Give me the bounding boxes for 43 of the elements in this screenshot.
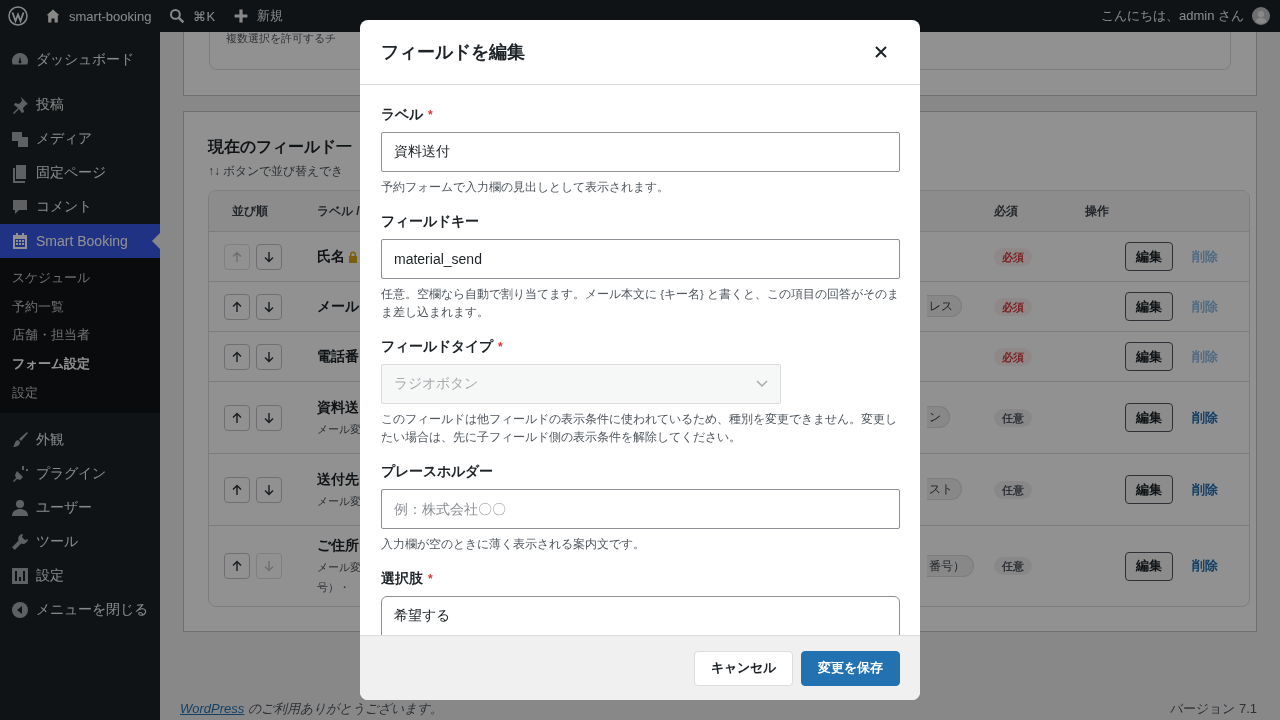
field-label: メール [317, 297, 359, 316]
card-subtitle: ↑↓ ボタンで並び替えでき [208, 163, 344, 180]
field-label: 資料送 [317, 398, 359, 417]
required-mark: * [498, 340, 503, 354]
type-badge: スト [927, 478, 962, 500]
required-badge: 必須 [994, 247, 1032, 266]
type-badge: ン [927, 406, 950, 428]
field-label: 送付先 [317, 470, 359, 489]
column-header: ラベル / [317, 203, 360, 218]
version-text: バージョン 7.1 [1170, 700, 1257, 718]
field-label: 電話番 [317, 347, 359, 366]
required-badge: 任意 [994, 480, 1032, 499]
field-label: 選択肢 [381, 570, 423, 588]
field-note: メール変 [317, 421, 361, 437]
field-label: ラベル [381, 106, 423, 124]
field-label: フィールドタイプ [381, 338, 493, 356]
field-label: ご住所 [317, 537, 359, 555]
field-label: フィールドキー [381, 213, 479, 231]
type-badge: 番号） [927, 554, 974, 577]
option-description: 複数選択を許可するチ [226, 32, 336, 44]
card-title: 現在のフィールド一 [208, 137, 352, 157]
required-badge: 任意 [994, 408, 1032, 427]
required-mark: * [428, 108, 433, 122]
help-text: このフィールドは他フィールドの表示条件に使われているため、種別を変更できません。変更したい場合は、先に子フィールド側の表示条件を解除してください。 [381, 412, 898, 445]
required-badge: 任意 [994, 557, 1032, 575]
field-label: プレースホルダー [381, 463, 493, 481]
help-text: 任意。空欄なら自動で割り当てます。メール本文に {キー名} と書くと、この項目の回答がそのまま差し込まれます。 [381, 287, 900, 320]
footer-thanks-text: WordPress のご利用ありがとうございます。 [180, 700, 443, 718]
required-mark: * [428, 572, 433, 586]
required-badge: 必須 [994, 297, 1032, 316]
modal-title: フィールドを編集 [381, 41, 525, 64]
field-label: 氏名 [317, 247, 345, 266]
field-note: メール変 [317, 560, 361, 575]
field-note: 号）・ [317, 580, 350, 595]
column-header: 操作 [1085, 203, 1109, 218]
help-text: 予約フォームで入力欄の見出しとして表示されます。 [381, 180, 670, 195]
greeting-text: こんにちは、admin さん [1100, 7, 1244, 25]
help-text: 入力欄が空のときに薄く表示される案内文です。 [381, 537, 646, 552]
type-badge: レス [927, 295, 962, 317]
column-header: 必須 [994, 203, 1018, 218]
required-badge: 必須 [994, 347, 1032, 366]
field-note: メール変 [317, 493, 361, 509]
column-header: 並び順 [232, 203, 268, 218]
